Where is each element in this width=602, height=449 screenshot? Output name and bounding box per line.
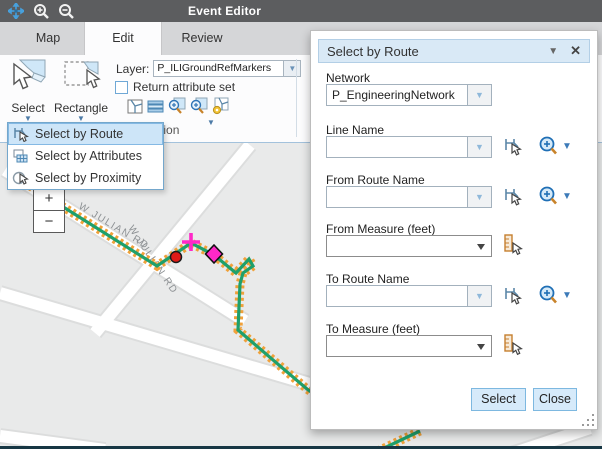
tab-review[interactable]: Review [162, 22, 242, 55]
dialog-close-icon[interactable]: ✕ [570, 43, 581, 59]
to-measure-dropdown-caret[interactable] [477, 344, 485, 350]
to-measure-combobox[interactable] [326, 335, 492, 357]
network-dropdown-caret[interactable]: ▼ [467, 85, 491, 105]
return-attribute-set-row[interactable]: Return attribute set [115, 80, 235, 94]
rectangle-tool-label: Rectangle [52, 101, 110, 115]
from-route-combobox[interactable]: ▼ [326, 186, 492, 208]
to-route-dropdown-caret[interactable]: ▼ [467, 286, 491, 306]
to-route-label: To Route Name [326, 272, 409, 286]
dialog-title: Select by Route [319, 44, 548, 59]
dialog-resize-grip[interactable] [582, 414, 594, 426]
tab-edit[interactable]: Edit [84, 22, 162, 55]
menu-item-select-by-attributes[interactable]: Select by Attributes [8, 145, 163, 167]
event-editor-window: Event Editor Map Edit Review Select ▼ Re… [0, 0, 602, 449]
zoom-to-selection-icon[interactable] [166, 97, 186, 115]
line-name-zoom-caret[interactable]: ▼ [562, 141, 572, 152]
layer-label: Layer: [116, 62, 149, 76]
line-name-label: Line Name [326, 123, 384, 137]
line-name-combobox[interactable]: ▼ [326, 136, 492, 158]
select-tool-icon [8, 58, 48, 94]
road [0, 293, 330, 390]
map-zoom-control: + − [33, 187, 65, 233]
select-tool-label: Select [4, 101, 52, 115]
menu-item-label: Select by Route [35, 127, 123, 141]
from-measure-combobox[interactable] [326, 235, 492, 257]
network-combobox[interactable]: P_EngineeringNetwork ▼ [326, 84, 492, 106]
zoom-in-glyph [33, 3, 50, 20]
dialog-collapse-caret-icon[interactable]: ▼ [548, 46, 558, 57]
select-dropdown-menu: Select by Route Select by Attributes Sel… [7, 122, 164, 190]
menu-item-select-by-proximity[interactable]: Select by Proximity [8, 167, 163, 189]
title-bar: Event Editor [0, 0, 602, 22]
to-measure-label: To Measure (feet) [326, 322, 420, 336]
network-value: P_EngineeringNetwork [327, 85, 467, 105]
select-features-icon[interactable] [126, 97, 144, 115]
to-measure-pick-on-map-icon[interactable] [502, 334, 523, 356]
app-title: Event Editor [188, 0, 261, 22]
from-route-zoom-caret[interactable]: ▼ [562, 191, 572, 202]
line-name-select-on-map-icon[interactable] [502, 136, 522, 156]
select-button[interactable]: Select [471, 388, 526, 411]
rectangle-tool-icon [61, 58, 101, 94]
menu-item-label: Select by Attributes [35, 149, 142, 163]
from-route-zoom-icon[interactable] [538, 185, 558, 206]
selection-options-caret[interactable]: ▼ [207, 119, 215, 127]
to-route-select-on-map-icon[interactable] [502, 285, 522, 305]
from-measure-pick-on-map-icon[interactable] [502, 234, 523, 256]
zoom-out-glyph [58, 3, 75, 20]
from-measure-label: From Measure (feet) [326, 222, 435, 236]
to-route-value [327, 286, 467, 306]
select-by-route-dialog: Select by Route ▼ ✕ Network P_Engineerin… [310, 30, 598, 430]
menu-item-label: Select by Proximity [35, 171, 141, 185]
select-by-route-icon [12, 126, 29, 142]
to-route-zoom-icon[interactable] [538, 284, 558, 305]
layer-value: P_ILIGroundRefMarkers [154, 61, 283, 76]
return-attribute-set-checkbox[interactable] [115, 81, 128, 94]
select-by-attributes-icon [12, 148, 29, 164]
to-route-zoom-caret[interactable]: ▼ [562, 290, 572, 301]
layer-row: Layer: P_ILIGroundRefMarkers ▼ [116, 60, 301, 77]
zoom-out-icon[interactable] [57, 2, 75, 20]
point-marker[interactable] [171, 252, 182, 263]
map-zoom-out-button[interactable]: − [34, 211, 64, 233]
selection-tools-row [126, 97, 232, 115]
select-by-proximity-icon [12, 170, 29, 186]
line-name-dropdown-caret[interactable]: ▼ [467, 137, 491, 157]
zoom-to-feature-icon[interactable] [188, 97, 208, 115]
tab-map[interactable]: Map [12, 22, 84, 55]
from-route-dropdown-caret[interactable]: ▼ [467, 187, 491, 207]
pan-icon-glyph [8, 3, 24, 19]
dialog-header[interactable]: Select by Route ▼ ✕ [318, 39, 590, 63]
close-button[interactable]: Close [533, 388, 577, 411]
zoom-in-icon[interactable] [32, 2, 50, 20]
from-route-select-on-map-icon[interactable] [502, 186, 522, 206]
attributes-table-icon[interactable] [146, 97, 164, 115]
from-route-label: From Route Name [326, 173, 425, 187]
map-zoom-in-button[interactable]: + [34, 188, 64, 211]
layer-dropdown-caret[interactable]: ▼ [283, 61, 300, 76]
ribbon-group-separator [296, 59, 297, 137]
return-attribute-set-label: Return attribute set [133, 80, 235, 94]
line-name-value [327, 137, 467, 157]
selection-options-icon[interactable] [210, 97, 230, 115]
pan-icon[interactable] [7, 2, 25, 20]
layer-combobox[interactable]: P_ILIGroundRefMarkers ▼ [153, 60, 301, 77]
from-measure-dropdown-caret[interactable] [477, 244, 485, 250]
line-name-zoom-icon[interactable] [538, 135, 558, 156]
to-route-combobox[interactable]: ▼ [326, 285, 492, 307]
from-route-value [327, 187, 467, 207]
menu-item-select-by-route[interactable]: Select by Route [8, 123, 163, 145]
network-label: Network [326, 71, 370, 85]
